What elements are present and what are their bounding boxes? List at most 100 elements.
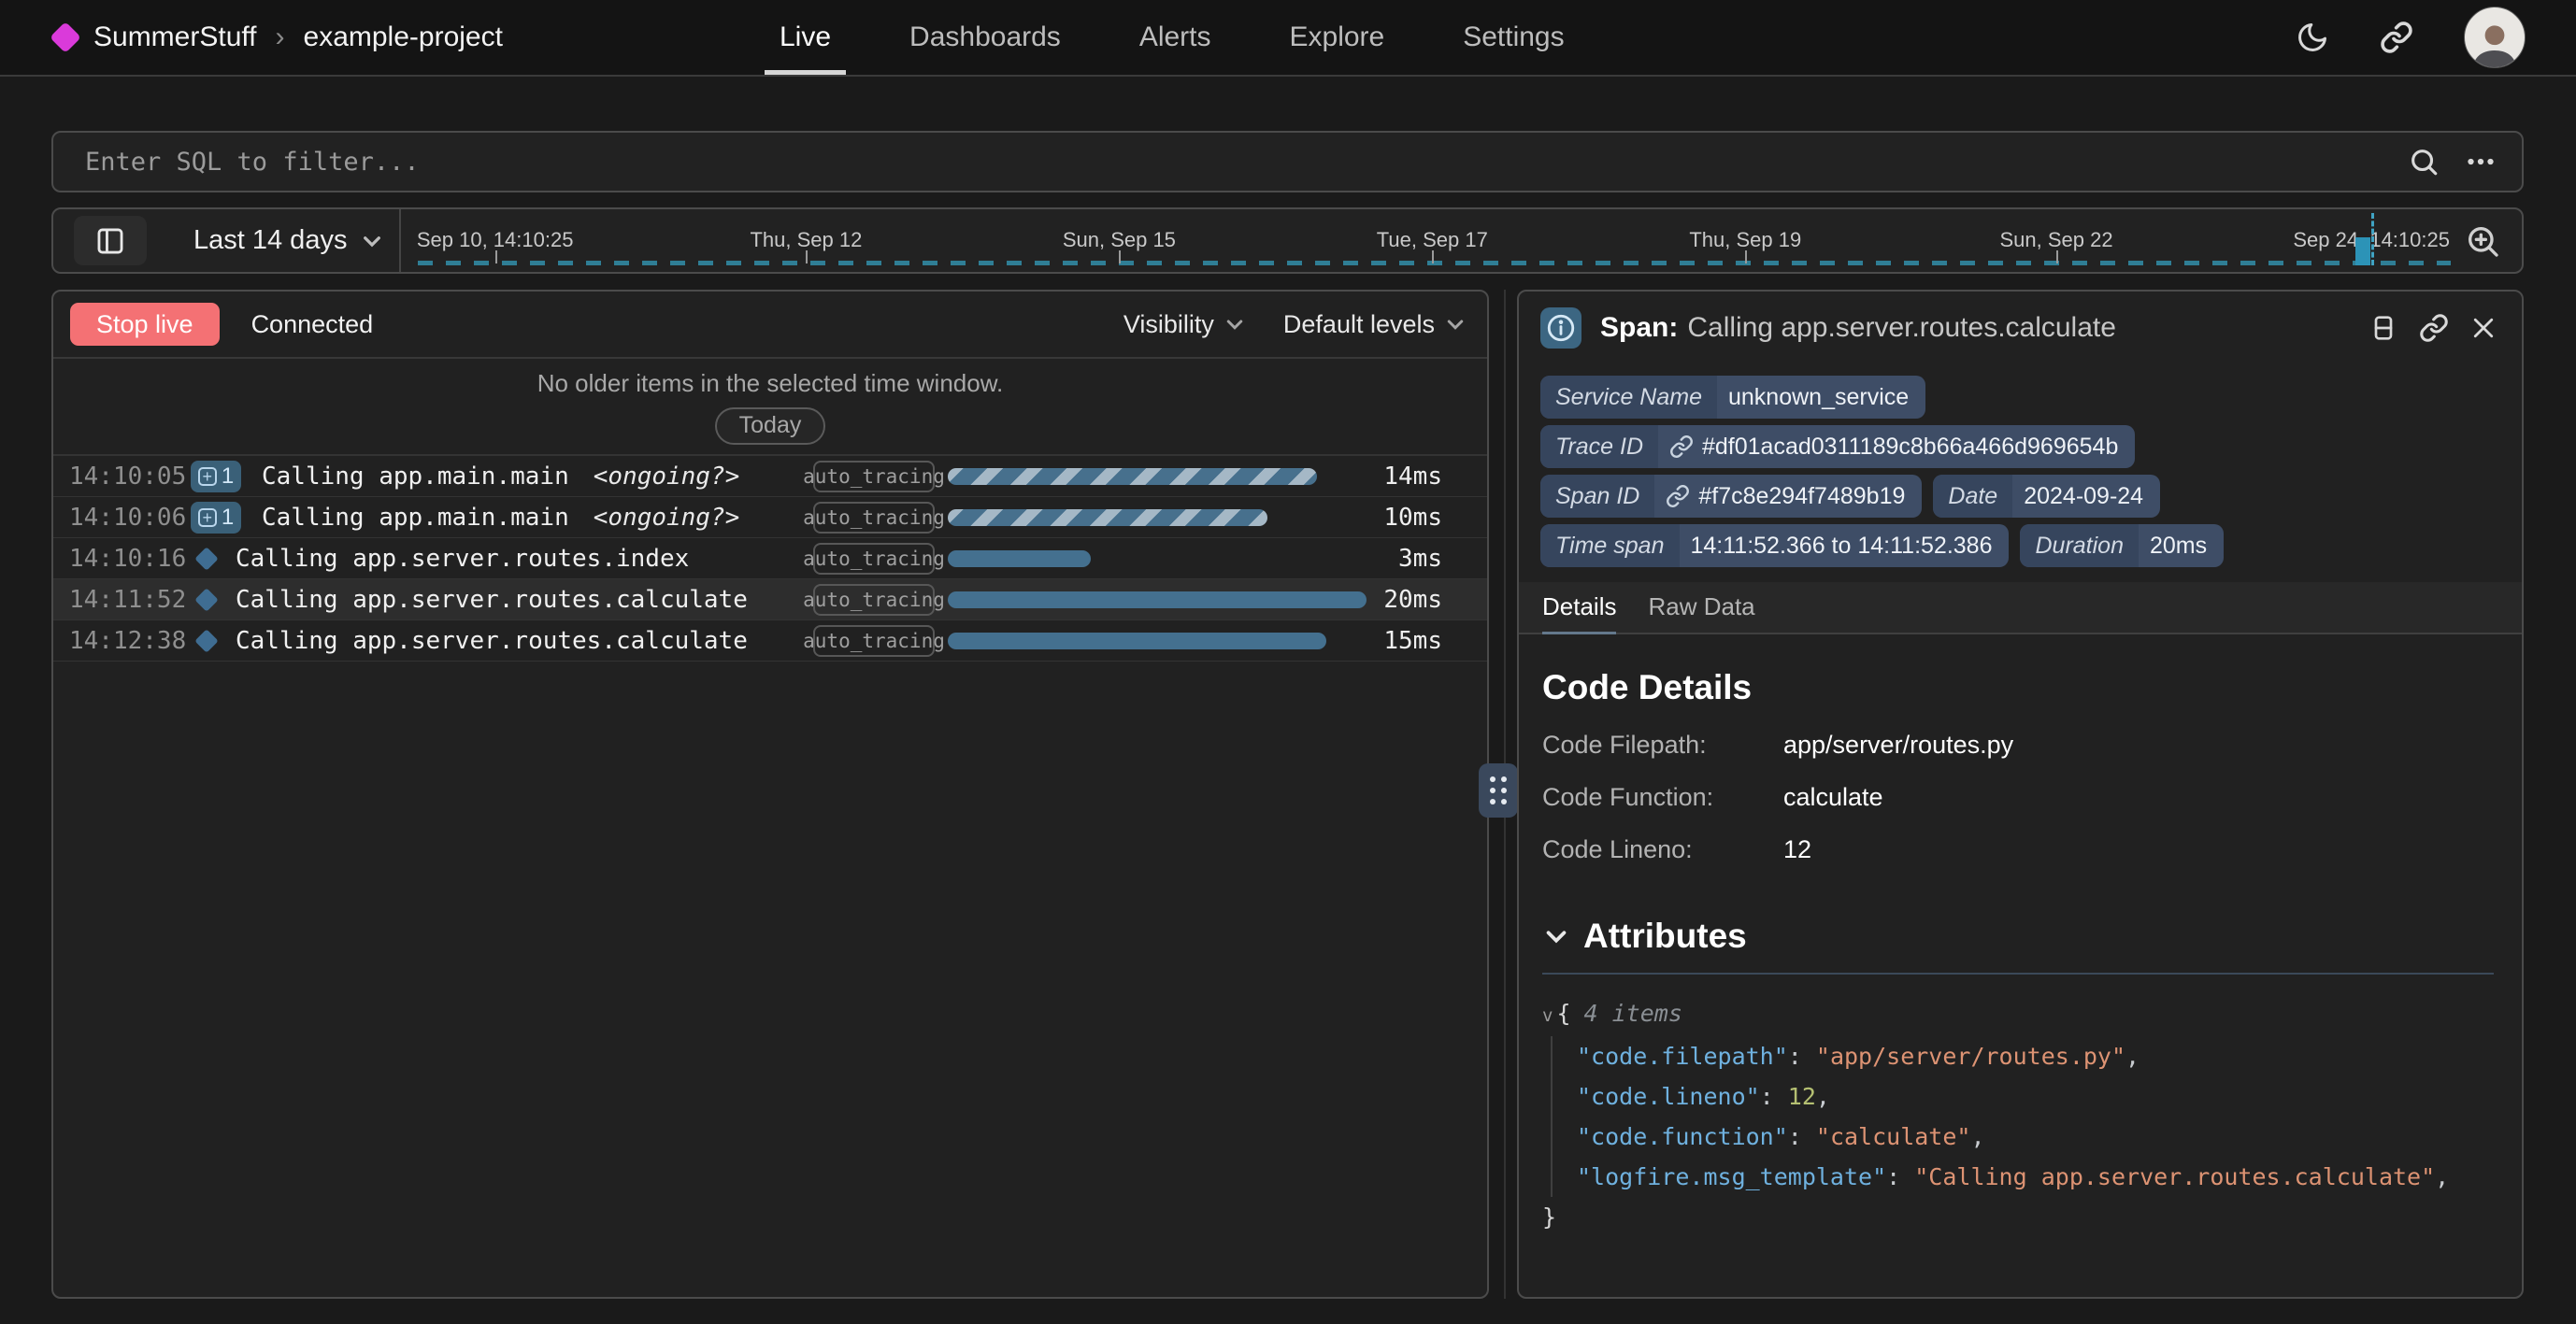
visibility-dropdown[interactable]: Visibility bbox=[1123, 310, 1246, 339]
json-key: "code.lineno" bbox=[1577, 1083, 1760, 1110]
sidebar-icon bbox=[94, 225, 126, 257]
stop-live-button[interactable]: Stop live bbox=[70, 303, 220, 346]
default-levels-dropdown[interactable]: Default levels bbox=[1283, 310, 1467, 339]
filter-more-button[interactable] bbox=[2464, 145, 2497, 178]
badge-row: Trace ID#df01acad0311189c8b66a466d969654… bbox=[1540, 425, 2522, 468]
timeline-tick bbox=[806, 250, 808, 263]
code-detail-value: app/server/routes.py bbox=[1783, 731, 2013, 760]
row-duration: 14ms bbox=[1383, 463, 1442, 491]
panel-layout-button[interactable] bbox=[2368, 313, 2398, 343]
list-item[interactable]: 14:11:52Calling app.server.routes.calcul… bbox=[53, 579, 1487, 620]
code-detail-label: Code Function: bbox=[1542, 783, 1783, 812]
json-comma: , bbox=[1816, 1083, 1830, 1110]
span-metadata-badges: Service Nameunknown_service Trace ID#df01… bbox=[1519, 364, 2522, 567]
collapse-chevron-icon[interactable] bbox=[1542, 922, 1570, 950]
timeline-cursor[interactable] bbox=[2371, 213, 2374, 265]
list-item[interactable]: 14:12:38Calling app.server.routes.calcul… bbox=[53, 620, 1487, 662]
timeline-tick bbox=[495, 250, 497, 263]
tag-chip[interactable]: auto_tracing bbox=[813, 584, 935, 616]
json-comma: , bbox=[2125, 1043, 2140, 1070]
json-collapse-caret[interactable]: v bbox=[1542, 1005, 1553, 1026]
timeline-track[interactable]: Sep 10, 14:10:25Thu, Sep 12Sun, Sep 15Tu… bbox=[418, 209, 2451, 272]
json-value: "app/server/routes.py" bbox=[1816, 1043, 2125, 1070]
time-range-dropdown[interactable]: Last 14 days bbox=[193, 209, 384, 272]
close-panel-button[interactable] bbox=[2469, 314, 2497, 342]
json-colon: : bbox=[1760, 1083, 1788, 1110]
tag-chip[interactable]: auto_tracing bbox=[813, 461, 935, 492]
row-message: Calling app.server.routes.calculate bbox=[236, 627, 748, 655]
dark-mode-toggle[interactable] bbox=[2296, 21, 2329, 54]
code-detail-row: Code Filepath:app/server/routes.py bbox=[1542, 731, 2494, 760]
detail-tabs: Details Raw Data bbox=[1519, 582, 2522, 634]
row-timestamp: 14:11:52 bbox=[69, 586, 181, 614]
timeline-zoom-button[interactable] bbox=[2464, 222, 2501, 260]
tab-alerts[interactable]: Alerts bbox=[1139, 0, 1211, 75]
sidebar-toggle-button[interactable] bbox=[74, 216, 147, 265]
json-comma: , bbox=[1970, 1123, 1984, 1150]
badge-span-id[interactable]: Span ID#f7c8e294f7489b19 bbox=[1540, 475, 1922, 518]
row-timestamp: 14:10:16 bbox=[69, 545, 181, 573]
chevron-down-icon bbox=[1224, 313, 1246, 335]
duration-bar bbox=[948, 633, 1326, 649]
child-count: 1 bbox=[222, 505, 234, 531]
breadcrumb: SummerStuff › example-project bbox=[54, 0, 503, 75]
json-key: "code.filepath" bbox=[1577, 1043, 1788, 1070]
project-name[interactable]: example-project bbox=[304, 21, 503, 53]
row-timestamp: 14:10:06 bbox=[69, 504, 181, 532]
badge-trace-id[interactable]: Trace ID#df01acad0311189c8b66a466d969654… bbox=[1540, 425, 2135, 468]
copy-link-button[interactable] bbox=[2419, 313, 2449, 343]
badge-duration: Duration20ms bbox=[2020, 524, 2224, 567]
ongoing-indicator: <ongoing?> bbox=[594, 504, 740, 532]
filter-icons bbox=[2408, 133, 2497, 191]
tab-dashboards[interactable]: Dashboards bbox=[909, 0, 1061, 75]
span-diamond-icon bbox=[194, 588, 218, 611]
json-comma: , bbox=[2435, 1163, 2449, 1190]
json-key: "logfire.msg_template" bbox=[1577, 1163, 1886, 1190]
tab-explore[interactable]: Explore bbox=[1290, 0, 1385, 75]
visibility-label: Visibility bbox=[1123, 310, 1214, 339]
org-name[interactable]: SummerStuff bbox=[93, 21, 257, 53]
share-link-button[interactable] bbox=[2380, 21, 2413, 54]
json-items-count: 4 items bbox=[1584, 1000, 1682, 1027]
badge-label: Service Name bbox=[1540, 376, 1717, 419]
detail-tab-raw-data[interactable]: Raw Data bbox=[1648, 580, 1754, 633]
search-button[interactable] bbox=[2408, 146, 2440, 178]
search-icon bbox=[2408, 146, 2440, 178]
badge-value: 20ms bbox=[2139, 533, 2224, 560]
row-duration: 3ms bbox=[1398, 545, 1442, 573]
badge-value: #df01acad0311189c8b66a466d969654b bbox=[1658, 434, 2135, 461]
badge-value: unknown_service bbox=[1717, 384, 1925, 411]
detail-tab-details[interactable]: Details bbox=[1542, 580, 1616, 633]
badge-value: #f7c8e294f7489b19 bbox=[1654, 483, 1922, 510]
timeline-date-label: Thu, Sep 19 bbox=[1689, 228, 1801, 252]
tag-chip[interactable]: auto_tracing bbox=[813, 543, 935, 575]
json-entry: "code.filepath": "app/server/routes.py", bbox=[1577, 1036, 2494, 1076]
sql-filter-input[interactable] bbox=[53, 133, 2522, 191]
attributes-heading-text: Attributes bbox=[1583, 917, 1747, 956]
avatar[interactable] bbox=[2464, 7, 2526, 68]
badge-value: 14:11:52.366 to 14:11:52.386 bbox=[1680, 533, 2010, 560]
row-timestamp: 14:10:05 bbox=[69, 463, 181, 491]
panel-resize-handle[interactable] bbox=[1479, 763, 1518, 818]
list-item[interactable]: 14:10:06+1Calling app.main.main<ongoing?… bbox=[53, 497, 1487, 538]
span-diamond-icon bbox=[194, 629, 218, 652]
timeline-tick bbox=[1119, 250, 1121, 263]
child-count-badge: +1 bbox=[191, 502, 241, 534]
list-item[interactable]: 14:10:05+1Calling app.main.main<ongoing?… bbox=[53, 456, 1487, 497]
tab-live[interactable]: Live bbox=[780, 0, 831, 75]
logfire-app: SummerStuff › example-project Live Dashbo… bbox=[0, 0, 2576, 1324]
code-detail-label: Code Lineno: bbox=[1542, 835, 1783, 864]
json-close-brace: } bbox=[1542, 1203, 1556, 1231]
tab-settings[interactable]: Settings bbox=[1463, 0, 1564, 75]
badge-row: Service Nameunknown_service bbox=[1540, 376, 2522, 419]
tag-chip[interactable]: auto_tracing bbox=[813, 502, 935, 534]
timeline-tick bbox=[2056, 250, 2058, 263]
duration-bar bbox=[948, 550, 1091, 567]
code-details-heading: Code Details bbox=[1542, 668, 2494, 707]
brand-logo-icon[interactable] bbox=[50, 21, 81, 53]
list-item[interactable]: 14:10:16Calling app.server.routes.indexa… bbox=[53, 538, 1487, 579]
timeline-activity-dashes bbox=[418, 261, 2451, 265]
today-button[interactable]: Today bbox=[715, 407, 826, 445]
badge-row: Span ID#f7c8e294f7489b19Date2024-09-24 bbox=[1540, 475, 2522, 518]
tag-chip[interactable]: auto_tracing bbox=[813, 625, 935, 657]
